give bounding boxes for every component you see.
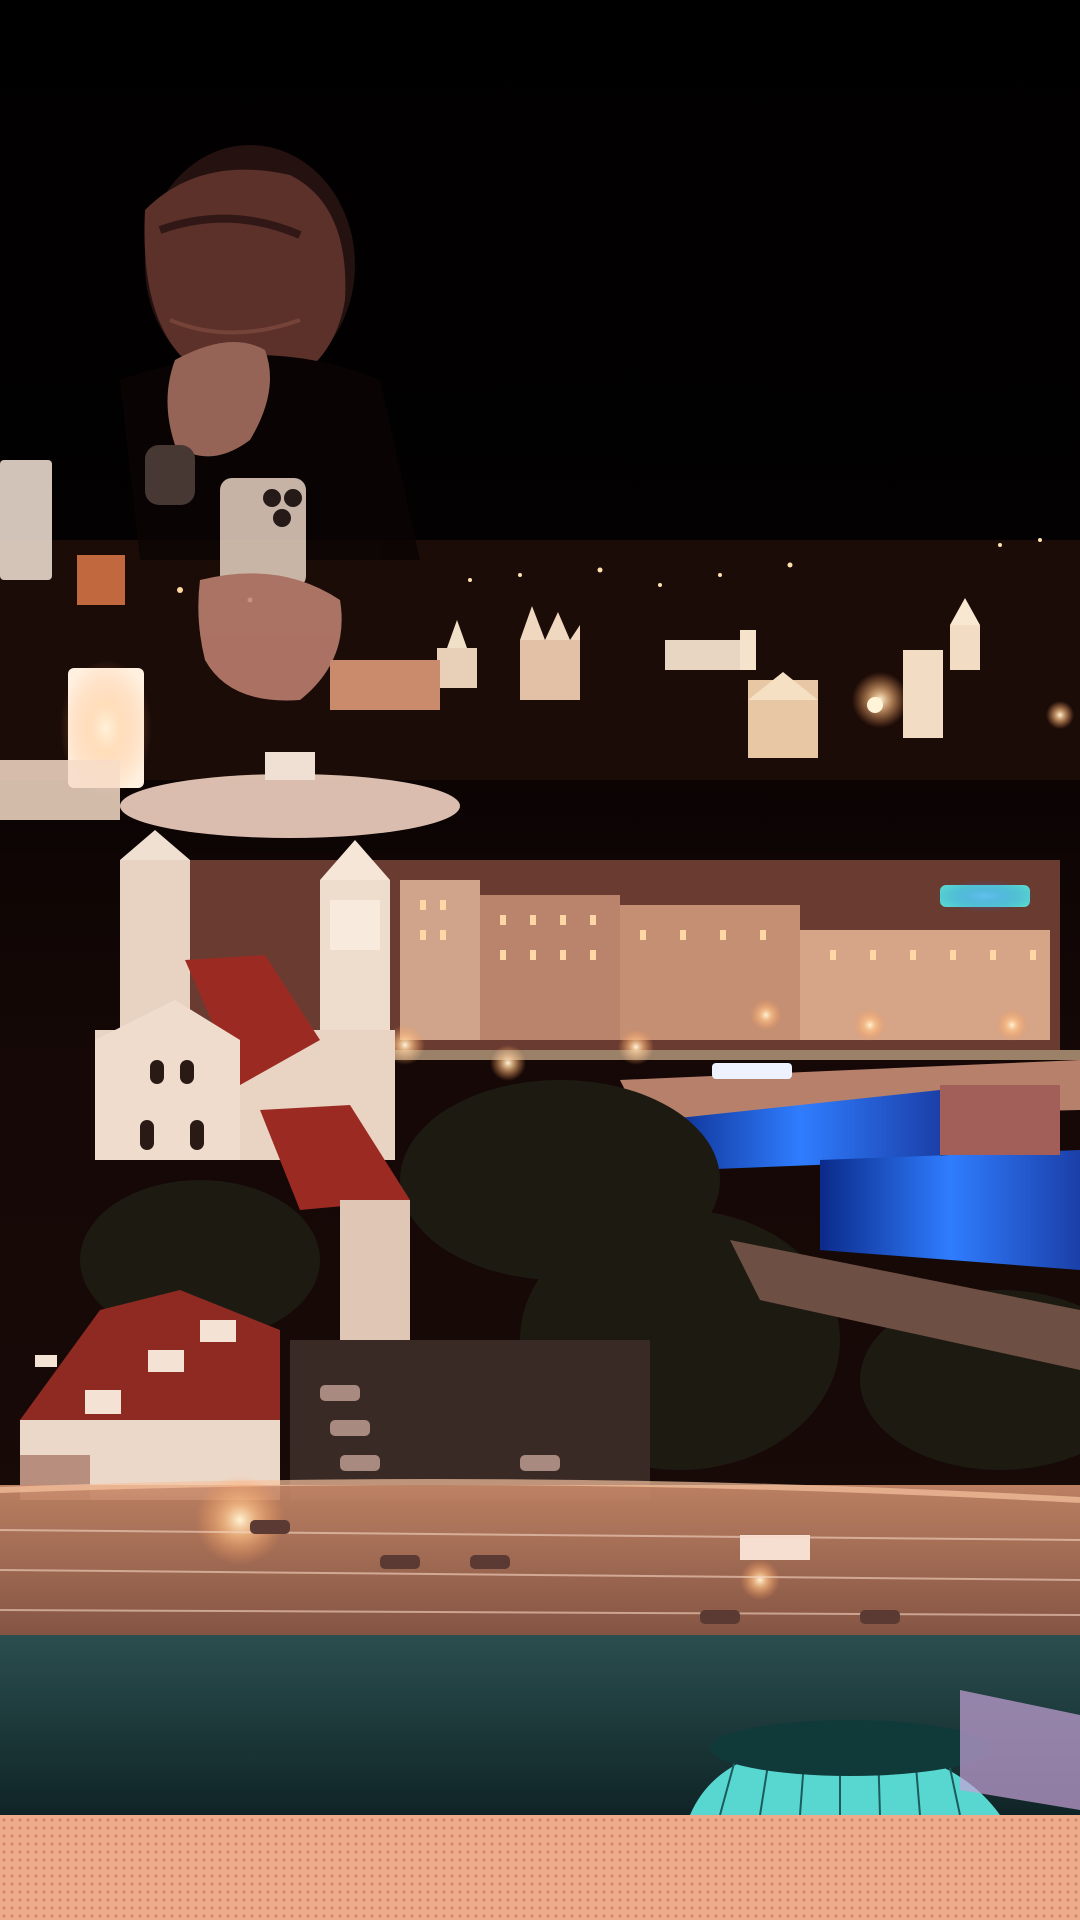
photo-scene [0, 0, 1080, 1920]
reflected-street [0, 1475, 1080, 1635]
